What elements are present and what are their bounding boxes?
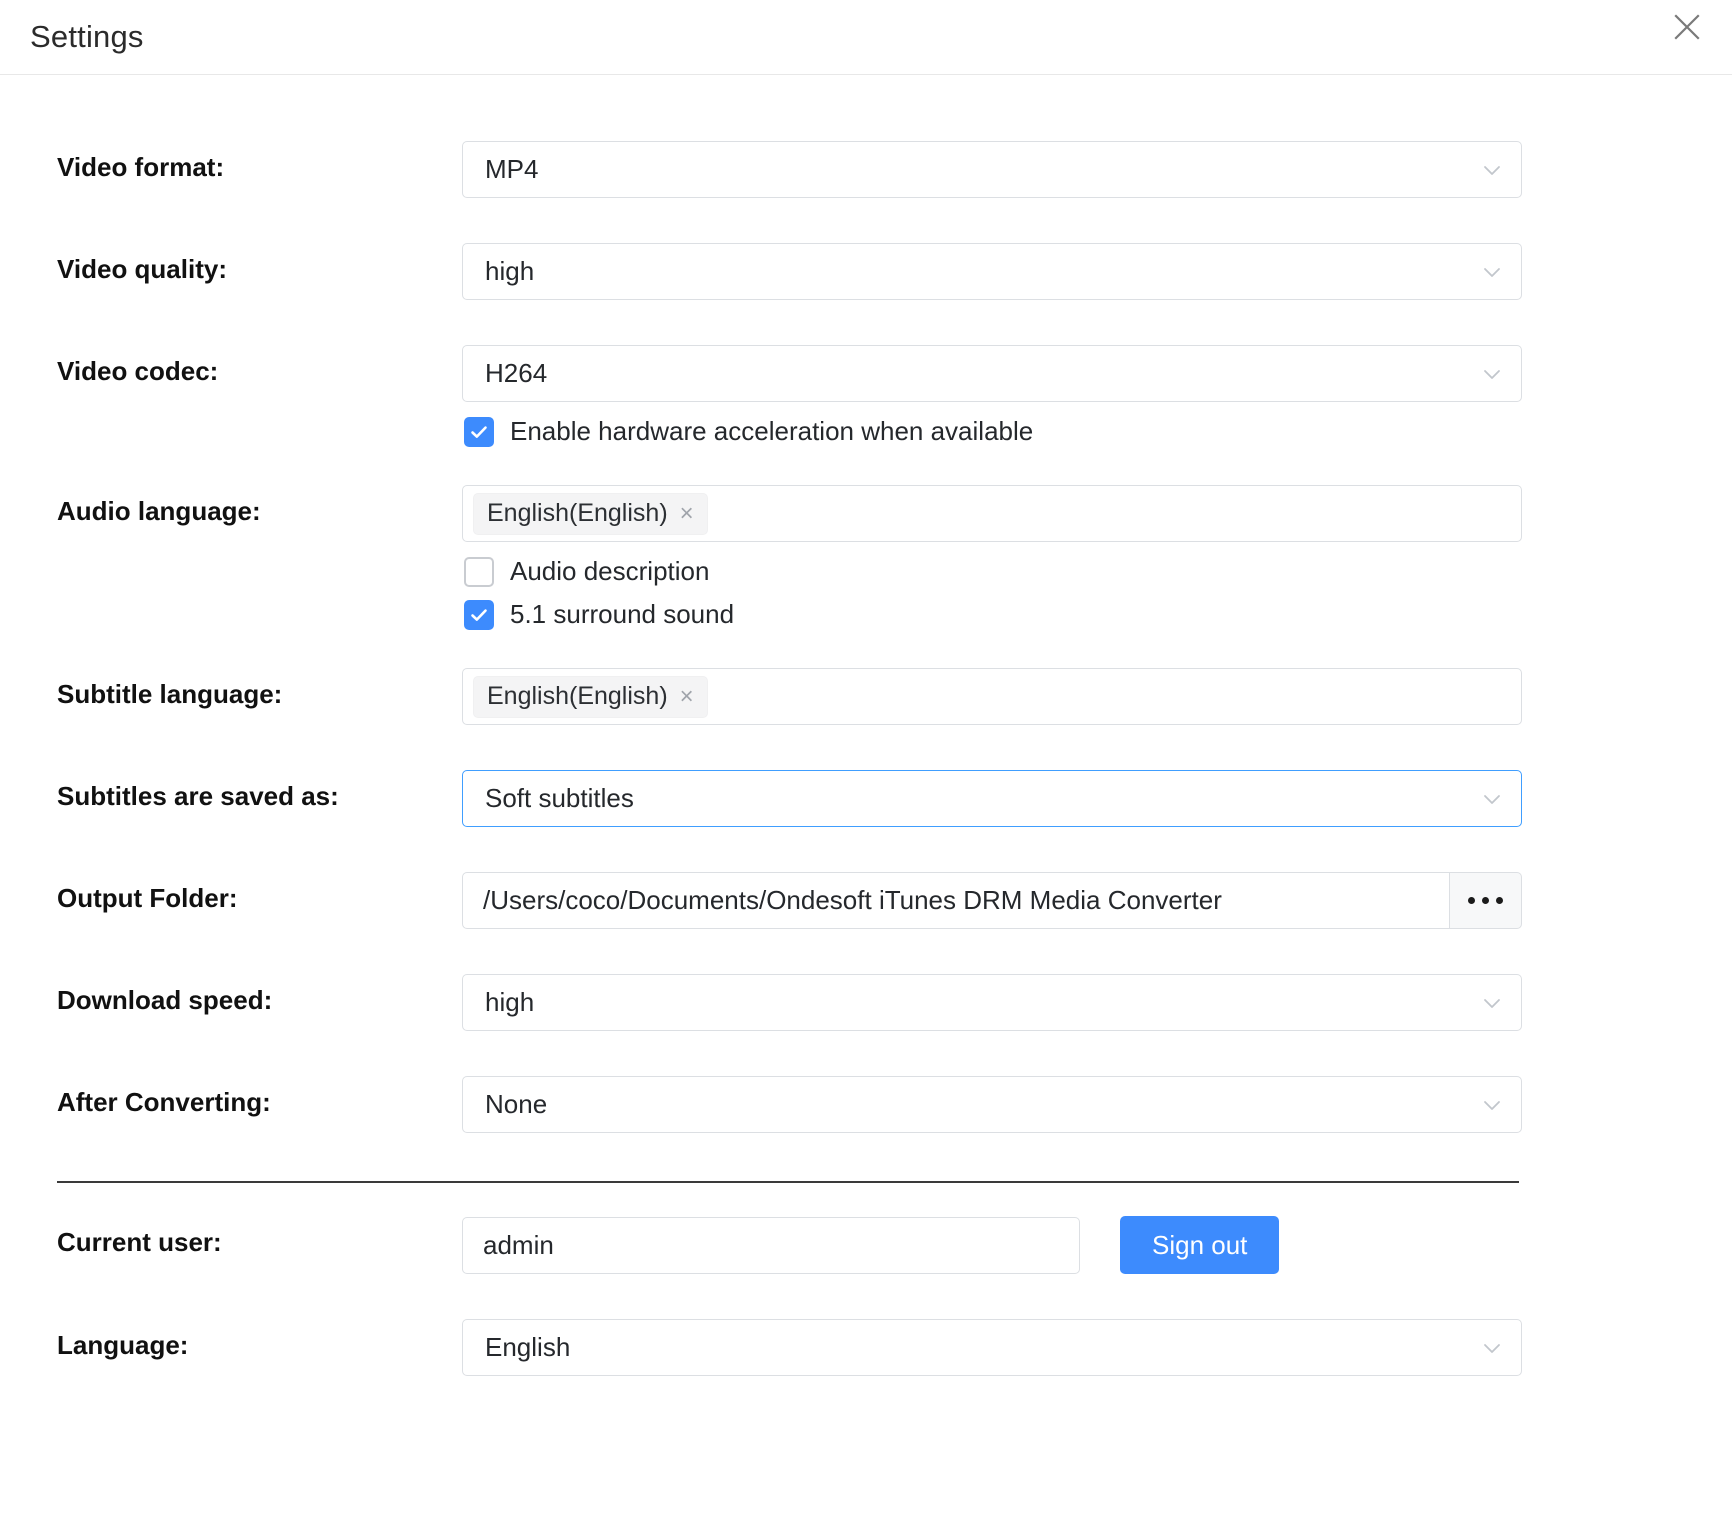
field-after-converting: None <box>462 1076 1732 1133</box>
label-video-quality: Video quality: <box>57 243 462 282</box>
field-video-codec: H264 Enable hardware acceleration when a… <box>462 345 1732 447</box>
chevron-down-icon <box>1479 259 1505 285</box>
chevron-down-icon <box>1479 990 1505 1016</box>
titlebar: Settings <box>0 0 1732 75</box>
video-format-value: MP4 <box>485 154 538 185</box>
row-output-folder: Output Folder: /Users/coco/Documents/Ond… <box>0 872 1732 929</box>
label-after-converting: After Converting: <box>57 1076 462 1115</box>
after-converting-value: None <box>485 1089 547 1120</box>
row-current-user: Current user: admin Sign out <box>0 1216 1732 1274</box>
video-format-select[interactable]: MP4 <box>462 141 1522 198</box>
label-video-format: Video format: <box>57 141 462 180</box>
close-icon[interactable] <box>1664 4 1710 50</box>
label-language: Language: <box>57 1319 462 1358</box>
chevron-down-icon <box>1479 157 1505 183</box>
field-video-quality: high <box>462 243 1732 300</box>
audio-description-checkbox[interactable] <box>464 557 494 587</box>
field-subtitle-language: English(English) × <box>462 668 1732 725</box>
audio-description-label: Audio description <box>510 556 709 587</box>
surround-sound-label: 5.1 surround sound <box>510 599 734 630</box>
output-folder-group: /Users/coco/Documents/Ondesoft iTunes DR… <box>462 872 1522 929</box>
settings-form: Video format: MP4 Video quality: high Vi… <box>0 141 1732 1376</box>
after-converting-select[interactable]: None <box>462 1076 1522 1133</box>
tag-remove-icon[interactable]: × <box>680 502 694 526</box>
field-audio-language: English(English) × Audio description 5.1… <box>462 485 1732 630</box>
page-title: Settings <box>30 19 144 55</box>
tag-remove-icon[interactable]: × <box>680 685 694 709</box>
current-user-group: admin Sign out <box>462 1216 1522 1274</box>
download-speed-value: high <box>485 987 534 1018</box>
chevron-down-icon <box>1479 786 1505 812</box>
video-quality-select[interactable]: high <box>462 243 1522 300</box>
row-download-speed: Download speed: high <box>0 974 1732 1031</box>
surround-sound-checkbox[interactable] <box>464 600 494 630</box>
field-video-format: MP4 <box>462 141 1732 198</box>
row-video-quality: Video quality: high <box>0 243 1732 300</box>
chevron-down-icon <box>1479 1335 1505 1361</box>
row-subtitle-language: Subtitle language: English(English) × <box>0 668 1732 725</box>
field-current-user: admin Sign out <box>462 1216 1732 1274</box>
language-value: English <box>485 1332 570 1363</box>
field-language: English <box>462 1319 1732 1376</box>
label-output-folder: Output Folder: <box>57 872 462 911</box>
row-after-converting: After Converting: None <box>0 1076 1732 1133</box>
audio-language-tag-label: English(English) <box>487 499 668 528</box>
language-select[interactable]: English <box>462 1319 1522 1376</box>
ellipsis-icon <box>1468 897 1503 904</box>
row-audio-language: Audio language: English(English) × Audio… <box>0 485 1732 630</box>
label-subtitle-language: Subtitle language: <box>57 668 462 707</box>
browse-folder-button[interactable] <box>1450 872 1522 929</box>
subtitle-language-tag: English(English) × <box>473 676 708 718</box>
sign-out-button[interactable]: Sign out <box>1120 1216 1279 1274</box>
label-download-speed: Download speed: <box>57 974 462 1013</box>
row-language: Language: English <box>0 1319 1732 1376</box>
label-current-user: Current user: <box>57 1216 462 1255</box>
audio-description-checkbox-row[interactable]: Audio description <box>462 556 1522 587</box>
audio-language-tagbox[interactable]: English(English) × <box>462 485 1522 542</box>
audio-language-tag: English(English) × <box>473 493 708 535</box>
section-divider <box>57 1181 1519 1183</box>
label-audio-language: Audio language: <box>57 485 462 524</box>
row-subtitles-saved-as: Subtitles are saved as: Soft subtitles <box>0 770 1732 827</box>
chevron-down-icon <box>1479 1092 1505 1118</box>
video-codec-select[interactable]: H264 <box>462 345 1522 402</box>
hardware-acceleration-checkbox-row[interactable]: Enable hardware acceleration when availa… <box>462 416 1522 447</box>
label-video-codec: Video codec: <box>57 345 462 384</box>
video-quality-value: high <box>485 256 534 287</box>
chevron-down-icon <box>1479 361 1505 387</box>
hardware-acceleration-label: Enable hardware acceleration when availa… <box>510 416 1033 447</box>
download-speed-select[interactable]: high <box>462 974 1522 1031</box>
subtitle-language-tag-label: English(English) <box>487 682 668 711</box>
current-user-input[interactable]: admin <box>462 1217 1080 1274</box>
row-video-format: Video format: MP4 <box>0 141 1732 198</box>
label-subtitles-saved-as: Subtitles are saved as: <box>57 770 462 809</box>
surround-sound-checkbox-row[interactable]: 5.1 surround sound <box>462 599 1522 630</box>
field-subtitles-saved-as: Soft subtitles <box>462 770 1732 827</box>
subtitles-saved-as-value: Soft subtitles <box>485 783 634 814</box>
subtitle-language-tagbox[interactable]: English(English) × <box>462 668 1522 725</box>
output-folder-input[interactable]: /Users/coco/Documents/Ondesoft iTunes DR… <box>462 872 1450 929</box>
row-video-codec: Video codec: H264 Enable hardware accele… <box>0 345 1732 447</box>
hardware-acceleration-checkbox[interactable] <box>464 417 494 447</box>
video-codec-value: H264 <box>485 358 547 389</box>
field-download-speed: high <box>462 974 1732 1031</box>
subtitles-saved-as-select[interactable]: Soft subtitles <box>462 770 1522 827</box>
field-output-folder: /Users/coco/Documents/Ondesoft iTunes DR… <box>462 872 1732 929</box>
